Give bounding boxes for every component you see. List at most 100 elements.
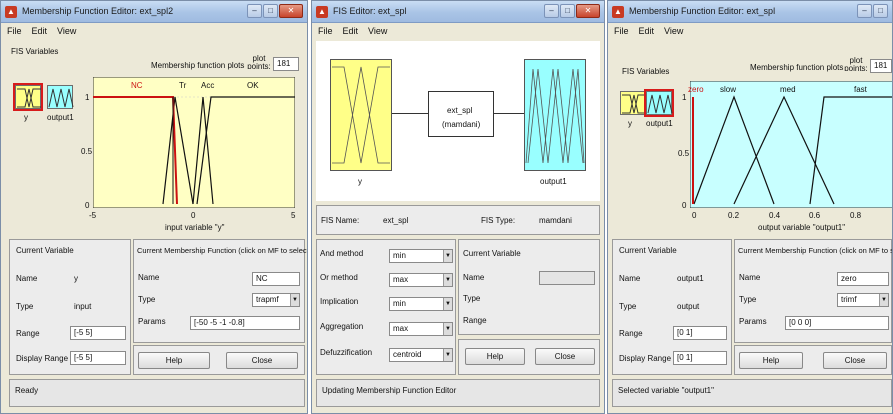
range-input[interactable]: [0 1] xyxy=(673,326,727,340)
y-tick-05: 0.5 xyxy=(678,149,690,158)
mf-name-label: Name xyxy=(739,273,761,282)
y-tick-05: 0.5 xyxy=(81,147,93,156)
mf-params-input[interactable]: [-50 -5 -1 -0.8] xyxy=(190,316,300,330)
help-button[interactable]: Help xyxy=(138,352,210,369)
menu-file[interactable]: File xyxy=(7,24,22,39)
output-variable-icon-output1[interactable] xyxy=(47,85,74,109)
x-tick-06: 0.6 xyxy=(809,211,821,220)
menu-edit[interactable]: Edit xyxy=(32,24,48,39)
cv-type-label: Type xyxy=(619,302,637,311)
close-button[interactable]: Close xyxy=(823,352,887,369)
chevron-down-icon: ▼ xyxy=(443,274,452,286)
cv-range-label: Range xyxy=(619,329,643,338)
plot-points-label: plot points: xyxy=(844,57,868,71)
display-range-input[interactable]: [-5 5] xyxy=(70,351,126,365)
minimize-button[interactable]: – xyxy=(544,4,559,18)
output-block-label: output1 xyxy=(540,177,567,186)
menu-edit[interactable]: Edit xyxy=(343,24,359,39)
title-bar[interactable]: ▲ Membership Function Editor: ext_spl – … xyxy=(608,1,892,23)
connector-line-right xyxy=(494,113,524,114)
y-tick-1: 1 xyxy=(682,93,687,102)
current-variable-panel: Current Variable Name output1 Type outpu… xyxy=(612,239,732,375)
title-bar[interactable]: ▲ FIS Editor: ext_spl – □ ✕ xyxy=(312,1,604,23)
cv-name-label: Name xyxy=(16,274,38,283)
mf-plot-output[interactable] xyxy=(690,81,893,208)
range-input[interactable]: [-5 5] xyxy=(70,326,126,340)
status-bar: Ready xyxy=(9,379,305,407)
minimize-button[interactable]: – xyxy=(857,4,872,18)
menu-view[interactable]: View xyxy=(368,24,387,39)
fis-type-label: FIS Type: xyxy=(481,216,516,225)
mf-type-dropdown[interactable]: trimf ▼ xyxy=(837,293,889,307)
close-window-button[interactable]: ✕ xyxy=(576,4,600,18)
x-tick-neg5: -5 xyxy=(89,211,97,220)
implication-dropdown[interactable]: min ▼ xyxy=(389,297,453,311)
plot-points-input[interactable]: 181 xyxy=(273,57,299,71)
var-label-y: y xyxy=(24,113,28,122)
help-button[interactable]: Help xyxy=(739,352,803,369)
mf-label-zero[interactable]: zero xyxy=(688,85,704,94)
menu-file[interactable]: File xyxy=(318,24,333,39)
input-variable-icon-y[interactable] xyxy=(620,91,646,115)
var-label-output1: output1 xyxy=(646,119,673,128)
title-bar[interactable]: ▲ Membership Function Editor: ext_spl2 –… xyxy=(1,1,307,23)
maximize-button[interactable]: □ xyxy=(873,4,888,18)
mf-type-label: Type xyxy=(138,295,156,304)
current-variable-header: Current Variable xyxy=(16,246,74,255)
cv-name-value: y xyxy=(74,274,78,283)
cv-type-value: input xyxy=(74,302,92,311)
mf-name-input[interactable]: zero xyxy=(837,272,889,286)
current-mf-panel: Current Membership Function (click on MF… xyxy=(734,239,892,343)
cv-display-range-label: Display Range xyxy=(16,354,69,363)
cv-name-field xyxy=(539,271,595,285)
mf-label-med[interactable]: med xyxy=(780,85,796,94)
implication-label: Implication xyxy=(320,297,359,306)
mf-label-acc[interactable]: Acc xyxy=(201,81,214,90)
close-button[interactable]: Close xyxy=(535,348,595,365)
menu-view[interactable]: View xyxy=(664,24,683,39)
close-window-button[interactable]: ✕ xyxy=(279,4,303,18)
output-variable-block-output1[interactable] xyxy=(524,59,586,171)
mf-params-input[interactable]: [0 0 0] xyxy=(785,316,889,330)
maximize-button[interactable]: □ xyxy=(263,4,278,18)
chevron-down-icon: ▼ xyxy=(443,323,452,335)
minimize-button[interactable]: – xyxy=(247,4,262,18)
and-method-dropdown[interactable]: min ▼ xyxy=(389,249,453,263)
input-variable-icon-y[interactable] xyxy=(13,83,43,111)
fis-system-block[interactable]: ext_spl (mamdani) xyxy=(428,91,494,137)
maximize-button[interactable]: □ xyxy=(560,4,575,18)
fis-info-panel: FIS Name: ext_spl FIS Type: mamdani xyxy=(316,205,600,235)
mf-label-slow[interactable]: slow xyxy=(720,85,736,94)
mf-params-label: Params xyxy=(739,317,767,326)
or-method-dropdown[interactable]: max ▼ xyxy=(389,273,453,287)
x-tick-04: 0.4 xyxy=(769,211,781,220)
menu-view[interactable]: View xyxy=(57,24,76,39)
input-variable-block-y[interactable] xyxy=(330,59,392,171)
fis-system-name: ext_spl xyxy=(447,106,473,115)
defuzzification-dropdown[interactable]: centroid ▼ xyxy=(389,348,453,362)
x-axis-label: input variable "y" xyxy=(165,223,225,232)
help-button[interactable]: Help xyxy=(465,348,525,365)
mf-editor-window-output: ▲ Membership Function Editor: ext_spl – … xyxy=(607,0,893,414)
mf-plot-input[interactable] xyxy=(93,77,295,208)
fis-system-type: (mamdani) xyxy=(442,120,481,129)
display-range-input[interactable]: [0 1] xyxy=(673,351,727,365)
aggregation-label: Aggregation xyxy=(320,322,364,331)
menu-file[interactable]: File xyxy=(614,24,629,39)
aggregation-dropdown[interactable]: max ▼ xyxy=(389,322,453,336)
output-variable-icon-output1[interactable] xyxy=(644,89,674,117)
defuzzification-label: Defuzzification xyxy=(320,348,373,357)
mf-name-input[interactable]: NC xyxy=(252,272,300,286)
mf-label-tr[interactable]: Tr xyxy=(179,81,186,90)
mf-label-nc[interactable]: NC xyxy=(131,81,143,90)
cv-type-label: Type xyxy=(16,302,34,311)
mf-label-fast[interactable]: fast xyxy=(854,85,867,94)
plot-points-input[interactable]: 181 xyxy=(870,59,892,73)
x-tick-5: 5 xyxy=(291,211,296,220)
mf-type-dropdown[interactable]: trapmf ▼ xyxy=(252,293,300,307)
menu-edit[interactable]: Edit xyxy=(639,24,655,39)
x-tick-0: 0 xyxy=(692,211,697,220)
close-button[interactable]: Close xyxy=(226,352,298,369)
mf-label-ok[interactable]: OK xyxy=(247,81,259,90)
menu-bar: File Edit View xyxy=(608,24,892,39)
